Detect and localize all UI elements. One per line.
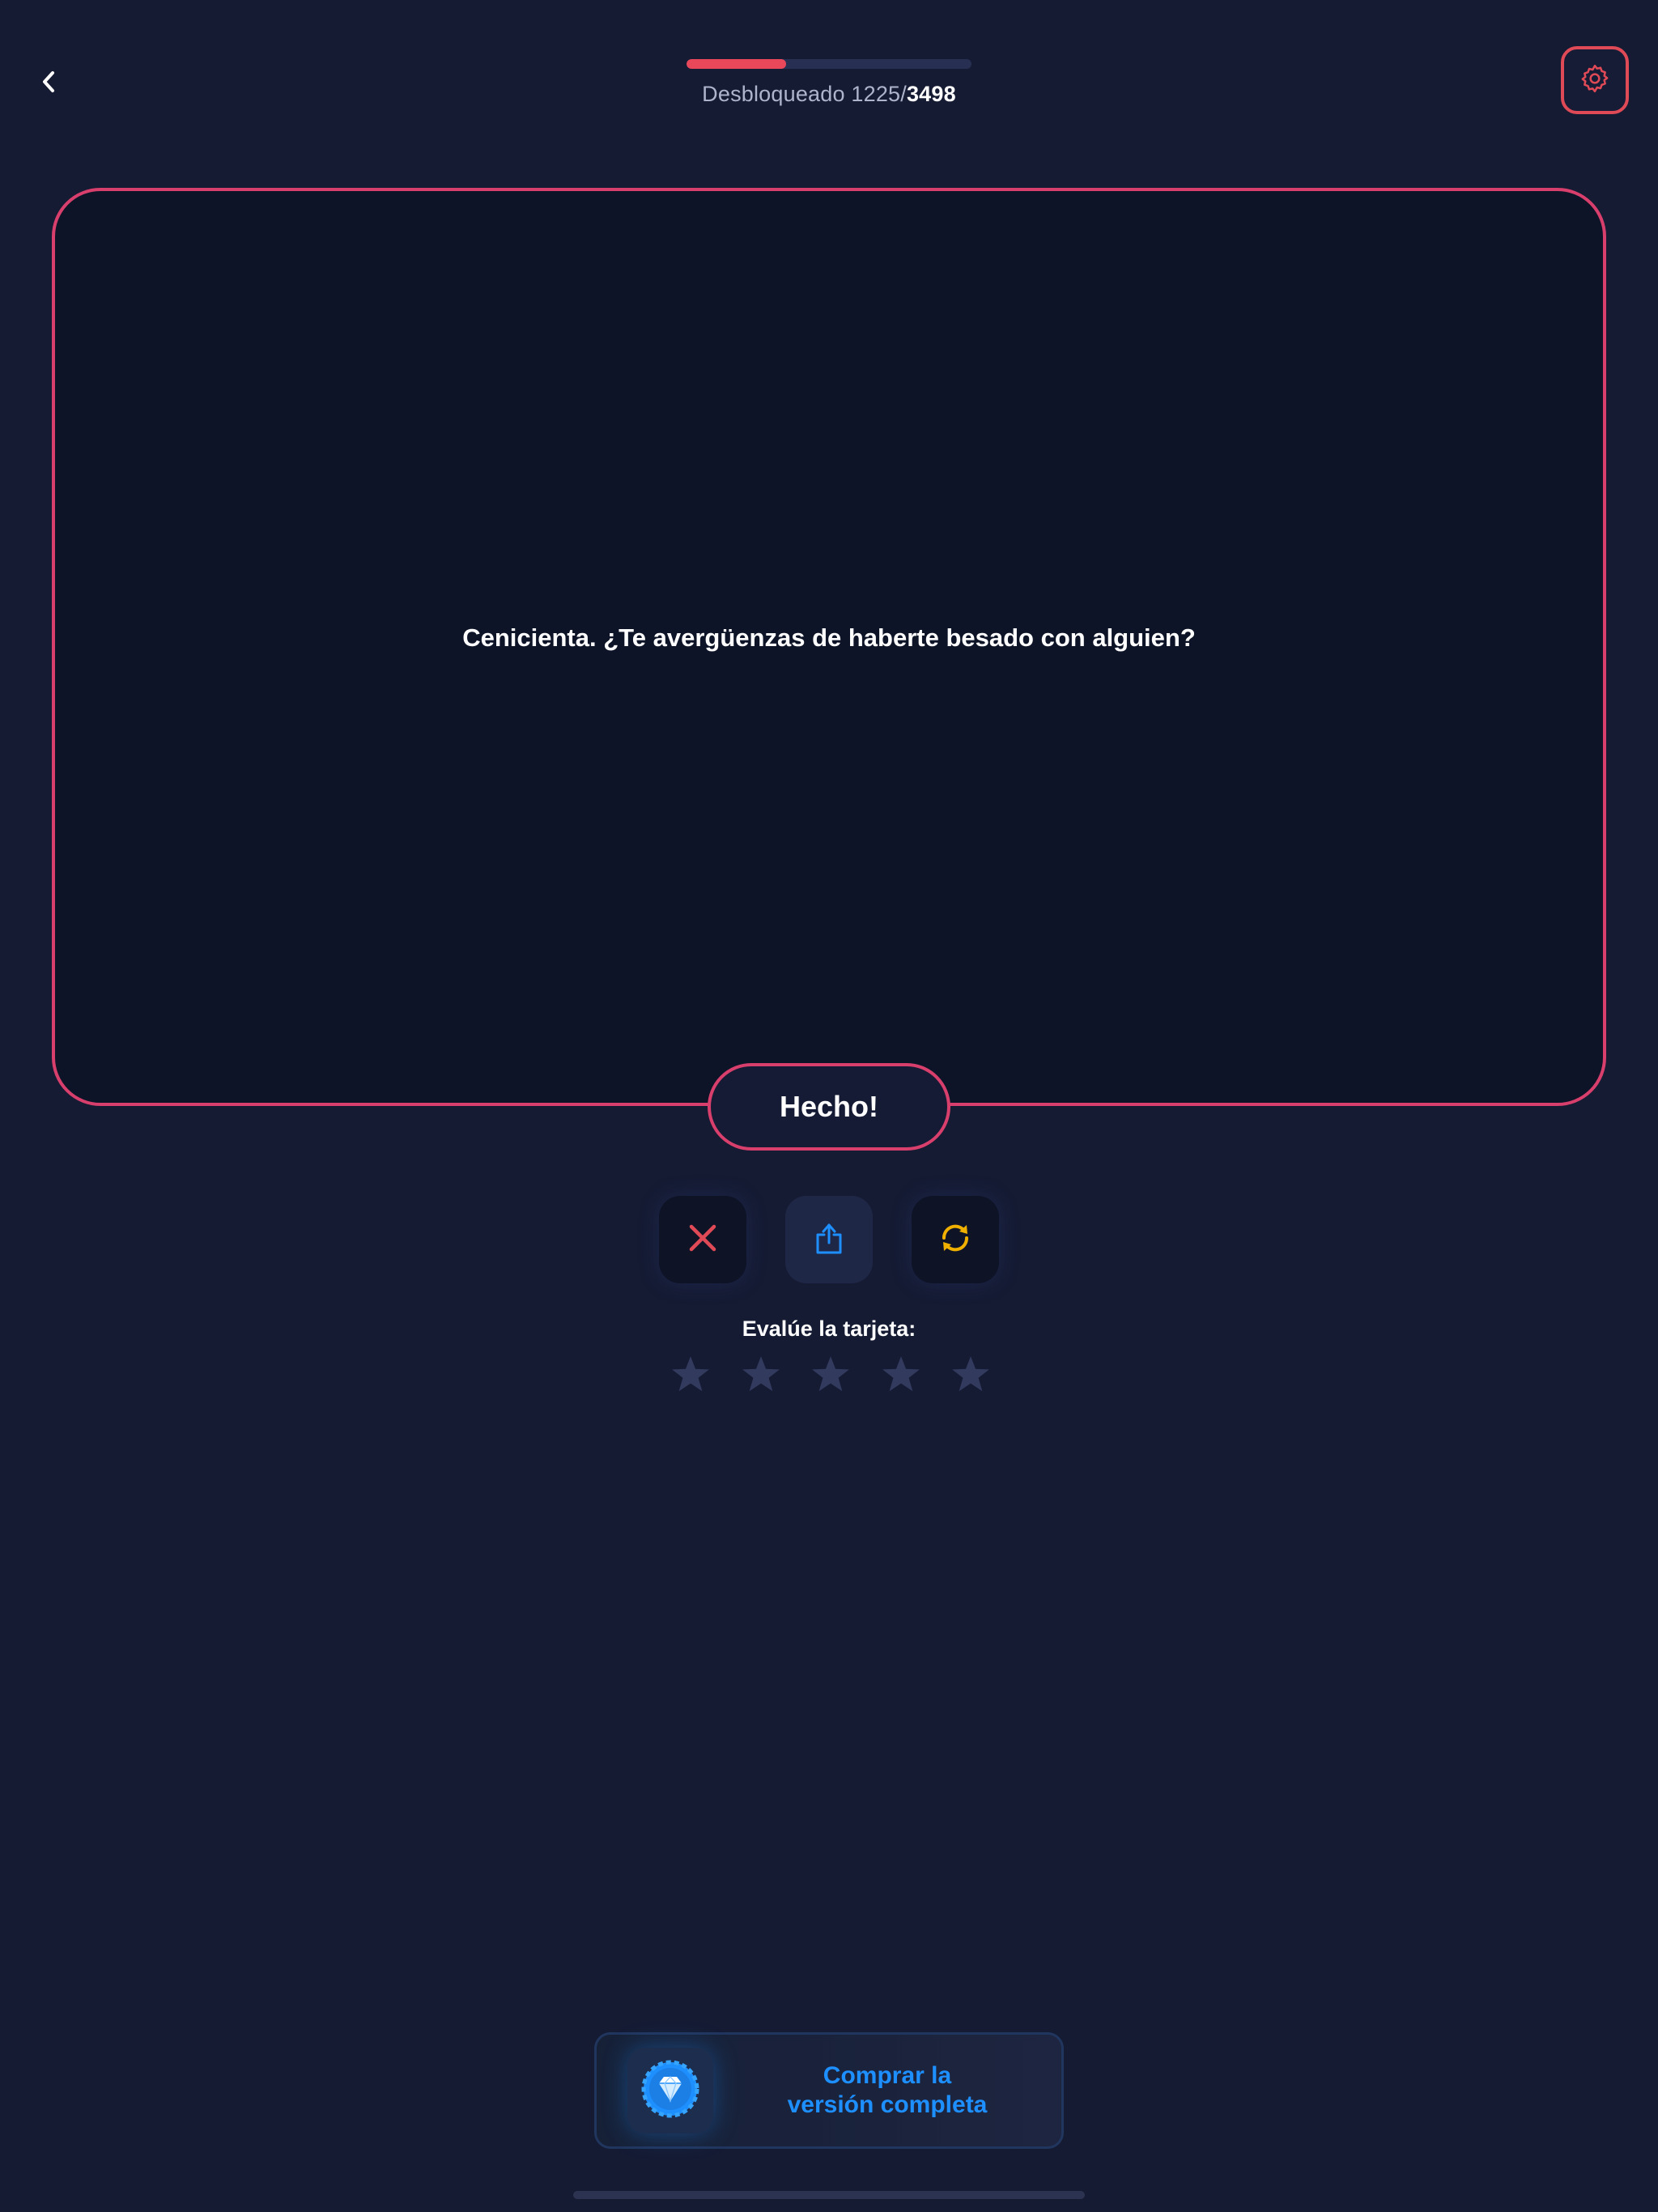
progress-bar-fill xyxy=(687,59,787,69)
dismiss-button[interactable] xyxy=(659,1196,746,1283)
buy-full-version-button[interactable]: Comprar la versión completa xyxy=(594,2032,1064,2149)
refresh-button[interactable] xyxy=(912,1196,999,1283)
star-icon xyxy=(882,1356,920,1392)
purchase-line-2: versión completa xyxy=(787,2091,988,2118)
star-2[interactable] xyxy=(739,1353,783,1397)
star-rating[interactable] xyxy=(669,1353,993,1397)
rating-label: Evalúe la tarjeta: xyxy=(742,1317,916,1341)
home-indicator xyxy=(573,2191,1085,2199)
star-4[interactable] xyxy=(879,1353,923,1397)
question-card: Cenicienta. ¿Te avergüenzas de haberte b… xyxy=(52,188,1606,1106)
diamond-badge xyxy=(627,2048,713,2133)
star-3[interactable] xyxy=(809,1353,852,1397)
star-icon xyxy=(812,1356,849,1392)
share-icon xyxy=(813,1220,845,1260)
gear-icon xyxy=(1579,62,1611,99)
diamond-icon xyxy=(640,2058,701,2124)
card-question-text: Cenicienta. ¿Te avergüenzas de haberte b… xyxy=(462,623,1196,652)
close-icon xyxy=(687,1222,719,1258)
star-icon xyxy=(742,1356,780,1392)
star-5[interactable] xyxy=(949,1353,993,1397)
done-button[interactable]: Hecho! xyxy=(708,1063,950,1151)
progress-total: 3498 xyxy=(906,82,956,106)
settings-button[interactable] xyxy=(1561,46,1629,114)
progress-text: Desbloqueado 1225/3498 xyxy=(0,82,1658,107)
progress-label: Desbloqueado 1225/ xyxy=(702,82,907,106)
share-button[interactable] xyxy=(785,1196,873,1283)
purchase-line-1: Comprar la xyxy=(823,2062,952,2089)
progress-bar xyxy=(687,59,971,69)
star-icon xyxy=(952,1356,989,1392)
purchase-text: Comprar la versión completa xyxy=(734,2035,1040,2146)
star-1[interactable] xyxy=(669,1353,712,1397)
star-icon xyxy=(672,1356,709,1392)
refresh-icon xyxy=(937,1220,973,1260)
